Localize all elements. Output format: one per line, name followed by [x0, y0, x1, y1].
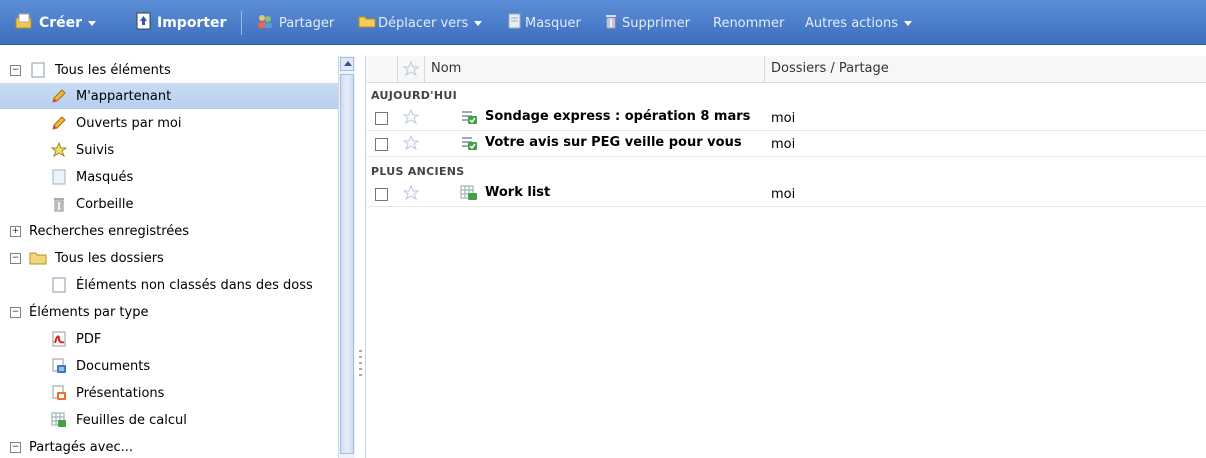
- document-sharing: moi: [771, 137, 796, 152]
- upload-icon: [136, 12, 152, 34]
- folder-icon: [358, 14, 376, 32]
- list-header: Nom Dossiers / Partage: [367, 56, 1206, 83]
- pencil-icon: [50, 114, 68, 132]
- sidebar-item-by-type[interactable]: − Éléments par type: [0, 299, 338, 325]
- collapse-icon[interactable]: −: [10, 252, 21, 264]
- star-icon: [50, 141, 68, 159]
- create-button[interactable]: Créer: [14, 12, 97, 34]
- hide-button[interactable]: Masquer: [508, 13, 581, 33]
- toolbar-divider: [241, 11, 242, 35]
- pencil-icon: [50, 87, 68, 105]
- table-row[interactable]: Sondage express : opération 8 mars moi: [367, 106, 1206, 131]
- share-people-icon: [256, 13, 274, 33]
- sidebar-item-trash[interactable]: Corbeille: [0, 191, 338, 217]
- sidebar-item-all-items[interactable]: − Tous les éléments: [0, 57, 338, 83]
- group-header-older: PLUS ANCIENS: [371, 165, 465, 178]
- text-document-icon: [50, 357, 68, 375]
- table-row[interactable]: Votre avis sur PEG veille pour vous moi: [367, 132, 1206, 157]
- spreadsheet-icon: [50, 411, 68, 429]
- hidden-document-icon: [50, 168, 68, 186]
- column-header-name[interactable]: Nom: [431, 56, 461, 82]
- table-row[interactable]: Work list moi: [367, 182, 1206, 207]
- document-list: Nom Dossiers / Partage AUJOURD'HUI Sonda…: [367, 56, 1206, 458]
- row-checkbox[interactable]: [375, 112, 388, 125]
- group-header-today: AUJOURD'HUI: [371, 89, 457, 102]
- chevron-down-icon: [88, 20, 97, 26]
- sidebar-item-presentations[interactable]: Présentations: [0, 380, 338, 406]
- document-icon: [29, 61, 47, 79]
- chevron-down-icon: [474, 20, 483, 26]
- chevron-down-icon: [903, 20, 912, 26]
- sidebar-item-shared-with[interactable]: − Partagés avec...: [0, 434, 338, 458]
- expand-icon[interactable]: +: [10, 225, 21, 237]
- star-icon[interactable]: [402, 184, 420, 205]
- toolbar: Créer Importer Partager Déplacer vers Ma…: [0, 0, 1206, 45]
- column-header-folders[interactable]: Dossiers / Partage: [771, 56, 889, 82]
- document-sharing: moi: [771, 187, 796, 202]
- import-button[interactable]: Importer: [136, 12, 226, 34]
- form-icon: [460, 109, 478, 129]
- sidebar-item-hidden[interactable]: Masqués: [0, 164, 338, 190]
- sidebar-item-documents[interactable]: Documents: [0, 353, 338, 379]
- hide-document-icon: [508, 13, 522, 33]
- scroll-up-arrow-icon[interactable]: [340, 57, 354, 71]
- collapse-icon[interactable]: −: [10, 64, 21, 76]
- share-button[interactable]: Partager: [256, 13, 334, 33]
- document-name[interactable]: Work list: [485, 185, 550, 200]
- trash-icon: [605, 13, 617, 33]
- document-name[interactable]: Votre avis sur PEG veille pour vous: [485, 135, 742, 150]
- scroll-thumb[interactable]: [340, 74, 354, 454]
- row-checkbox[interactable]: [375, 188, 388, 201]
- sidebar-item-opened-by-me[interactable]: Ouverts par moi: [0, 110, 338, 136]
- move-to-button[interactable]: Déplacer vers: [358, 13, 483, 33]
- sidebar-item-spreadsheets[interactable]: Feuilles de calcul: [0, 407, 338, 433]
- rename-button[interactable]: Renommer: [713, 13, 784, 33]
- presentation-icon: [50, 384, 68, 402]
- spreadsheet-icon: [460, 185, 478, 205]
- trash-icon: [50, 195, 68, 213]
- sidebar: − Tous les éléments M'appartenant Ouvert…: [0, 56, 338, 458]
- document-sharing: moi: [771, 111, 796, 126]
- sidebar-item-unfiled[interactable]: Éléments non classés dans des doss: [0, 272, 338, 298]
- folder-icon: [29, 249, 47, 267]
- collapse-icon[interactable]: −: [10, 441, 21, 453]
- more-actions-button[interactable]: Autres actions: [805, 13, 912, 33]
- star-column-icon[interactable]: [402, 56, 420, 82]
- sidebar-item-all-folders[interactable]: − Tous les dossiers: [0, 245, 338, 271]
- row-checkbox[interactable]: [375, 138, 388, 151]
- sidebar-item-pdf[interactable]: PDF: [0, 326, 338, 352]
- pdf-icon: [50, 330, 68, 348]
- form-icon: [460, 135, 478, 155]
- new-document-icon: [14, 12, 34, 34]
- pane-resize-handle[interactable]: [356, 56, 366, 458]
- document-name[interactable]: Sondage express : opération 8 mars: [485, 109, 750, 124]
- sidebar-item-owned[interactable]: M'appartenant: [0, 83, 338, 109]
- document-icon: [50, 276, 68, 294]
- delete-button[interactable]: Supprimer: [605, 13, 690, 33]
- star-icon[interactable]: [402, 134, 420, 155]
- star-icon[interactable]: [402, 108, 420, 129]
- collapse-icon[interactable]: −: [10, 306, 21, 318]
- sidebar-scrollbar[interactable]: [338, 56, 355, 458]
- sidebar-item-saved-searches[interactable]: + Recherches enregistrées: [0, 218, 338, 244]
- sidebar-item-starred[interactable]: Suivis: [0, 137, 338, 163]
